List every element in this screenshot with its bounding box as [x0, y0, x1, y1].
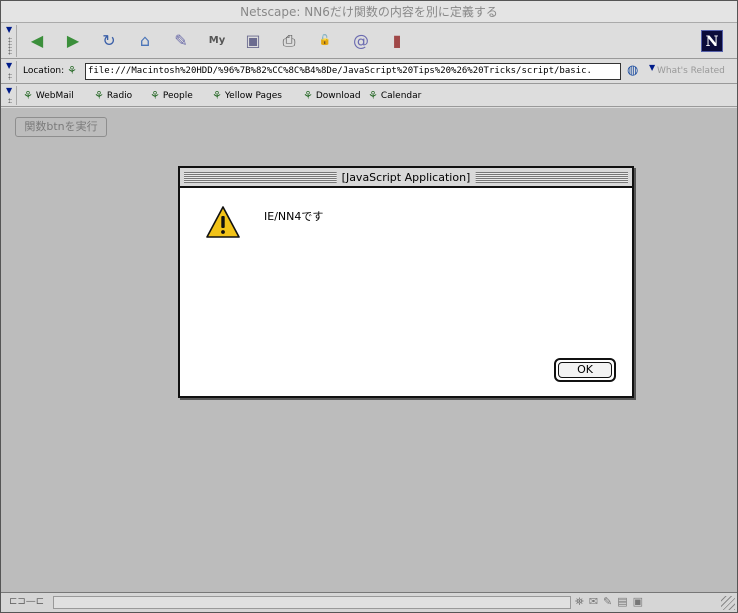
collapse-arrow-icon: ▼: [6, 25, 13, 34]
bookmark-radio[interactable]: ⚘ Radio: [94, 89, 132, 102]
grip-dots: [8, 37, 12, 55]
location-toolbar: ▼ Location: ⚘ file:///Macintosh%20HDD/%9…: [1, 60, 737, 84]
bookmark-label: WebMail: [35, 90, 74, 101]
personal-toolbar: ▼ ⚘ WebMail ⚘ Radio ⚘ People ⚘ Yellow Pa…: [1, 85, 737, 107]
shop-button[interactable]: @: [349, 29, 373, 53]
chevron-down-icon[interactable]: ▼: [649, 63, 655, 72]
bookmark-icon: ⚘: [212, 89, 222, 102]
mail-icon[interactable]: ✉: [589, 595, 598, 609]
address-book-icon[interactable]: ▤: [617, 595, 627, 609]
my-netscape-icon: My: [208, 35, 226, 46]
bookmark-people[interactable]: ⚘ People: [150, 89, 193, 102]
alert-dialog: [JavaScript Application] IE/NN4です OK: [178, 166, 634, 398]
bookmark-webmail[interactable]: ⚘ WebMail: [23, 89, 74, 102]
component-bar: ⛯ ✉ ✎ ▤ ▣: [575, 595, 643, 609]
whats-related-icon[interactable]: ◍: [627, 62, 647, 80]
security-lock-icon: 🔓: [318, 35, 332, 46]
bookmark-download[interactable]: ⚘ Download: [303, 89, 361, 102]
warning-icon: [206, 206, 240, 238]
stop-icon: ▮: [392, 31, 402, 50]
ok-button[interactable]: OK: [554, 358, 616, 382]
toolbar-collapse-handle[interactable]: ▼: [3, 61, 17, 82]
dialog-message: IE/NN4です: [264, 210, 324, 223]
bookmark-icon: ⚘: [303, 89, 313, 102]
print-button[interactable]: ⎙: [277, 29, 301, 53]
forward-button[interactable]: ▶: [61, 29, 85, 53]
run-function-button[interactable]: 関数btnを実行: [15, 117, 107, 137]
browser-window: Netscape: NN6だけ関数の内容を別に定義する ▼ ◀ ▶ ↻ ⌂ ✎ My ▣ ⎙ 🔓…: [0, 0, 738, 613]
bookmark-yellow-pages[interactable]: ⚘ Yellow Pages: [212, 89, 282, 102]
reload-button[interactable]: ↻: [97, 29, 121, 53]
search-button[interactable]: ✎: [169, 29, 193, 53]
back-button[interactable]: ◀: [25, 29, 49, 53]
images-button[interactable]: ▣: [241, 29, 265, 53]
reload-icon: ↻: [102, 31, 116, 50]
whats-related-label[interactable]: What's Related: [657, 66, 725, 76]
my-netscape-button[interactable]: My: [205, 29, 229, 53]
page-content: 関数btnを実行 [JavaScript Application] IE/NN4…: [1, 108, 737, 592]
bookmark-icon: ⚘: [150, 89, 160, 102]
navigator-icon[interactable]: ⛯: [575, 595, 584, 609]
status-text-area: [53, 596, 571, 609]
search-icon: ✎: [174, 31, 188, 50]
security-button[interactable]: 🔓: [313, 29, 337, 53]
bookmark-icon: ⚘: [94, 89, 104, 102]
bookmark-icon: ⚘: [368, 89, 378, 102]
collapse-arrow-icon: ▼: [6, 61, 13, 70]
netscape-logo-icon[interactable]: N: [701, 30, 723, 52]
toolbar-collapse-handle[interactable]: ▼: [3, 86, 17, 105]
home-button[interactable]: ⌂: [133, 29, 157, 53]
window-title-bar[interactable]: Netscape: NN6だけ関数の内容を別に定義する: [1, 1, 737, 23]
status-bar: ⊏⊐—⊏ ⛯ ✉ ✎ ▤ ▣: [1, 592, 737, 612]
dialog-title-bar[interactable]: [JavaScript Application]: [180, 168, 632, 188]
images-icon: ▣: [245, 31, 261, 50]
print-icon: ⎙: [282, 31, 296, 50]
location-url-field[interactable]: file:///Macintosh%20HDD/%96%7B%82%CC%8C%…: [85, 63, 621, 80]
home-icon: ⌂: [139, 31, 151, 50]
grip-dots: [8, 98, 12, 103]
toolbar-collapse-handle[interactable]: ▼: [3, 25, 17, 57]
composer-icon[interactable]: ✎: [603, 595, 612, 609]
grip-dots: [8, 73, 12, 80]
bookmark-label: Radio: [106, 90, 133, 101]
bookmark-label: People: [162, 90, 193, 101]
bookmark-label: Calendar: [380, 90, 422, 101]
shop-icon: @: [353, 31, 369, 50]
security-icon[interactable]: ▣: [633, 595, 643, 609]
page-proxy-icon[interactable]: ⚘: [67, 64, 81, 78]
location-label: Location:: [23, 66, 65, 76]
forward-arrow-icon: ▶: [66, 31, 80, 50]
stop-button[interactable]: ▮: [385, 29, 409, 53]
ok-button-label: OK: [558, 362, 612, 378]
window-resize-handle[interactable]: [721, 596, 735, 610]
navigation-toolbar: ▼ ◀ ▶ ↻ ⌂ ✎ My ▣ ⎙ 🔓 @ ▮ N: [1, 24, 737, 59]
window-title: Netscape: NN6だけ関数の内容を別に定義する: [240, 5, 498, 19]
dialog-title: [JavaScript Application]: [336, 169, 476, 186]
bookmark-label: Download: [315, 90, 361, 101]
back-arrow-icon: ◀: [30, 31, 44, 50]
bookmark-calendar[interactable]: ⚘ Calendar: [368, 89, 421, 102]
bookmark-label: Yellow Pages: [224, 90, 282, 101]
bookmark-icon: ⚘: [23, 89, 33, 102]
collapse-arrow-icon: ▼: [6, 86, 13, 95]
online-status-icon[interactable]: ⊏⊐—⊏: [9, 596, 51, 609]
